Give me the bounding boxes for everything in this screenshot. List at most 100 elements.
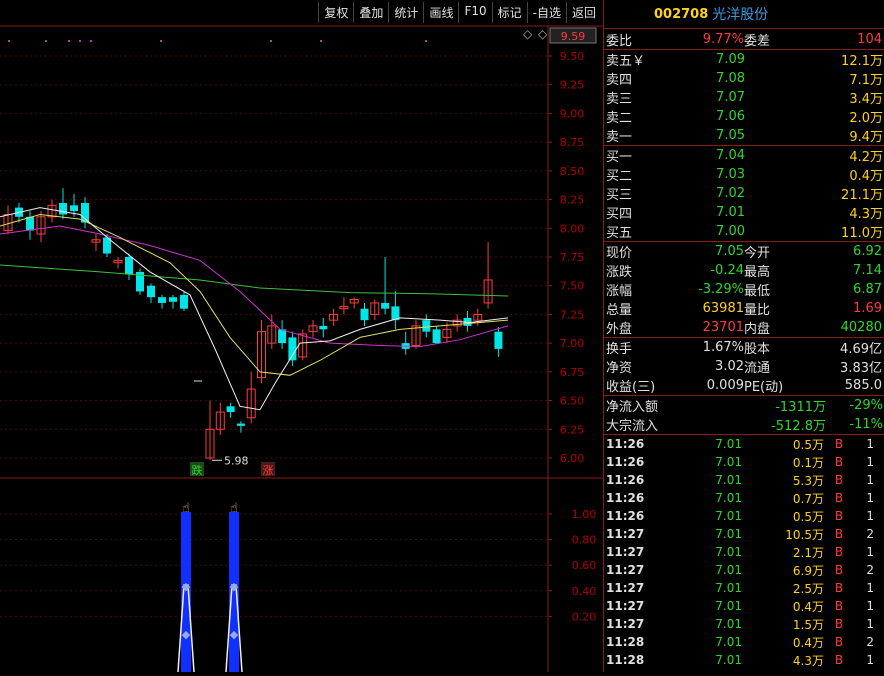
tick-row[interactable]: 11:27 7.01 2.1万 B 1 [604, 543, 884, 561]
bid-book: 买一 7.04 4.2万 买二 7.03 0.4万 买三 7.02 21.1万 买四 7.01 4.3… [604, 145, 884, 241]
tick-count: 2 [866, 527, 874, 541]
tick-row[interactable]: 11:26 7.01 0.7万 B 1 [604, 489, 884, 507]
price-axis-label: 8.00 [560, 222, 585, 235]
price-axis-label: 8.25 [560, 194, 585, 207]
tick-time: 11:28 [606, 653, 645, 667]
stock-name[interactable]: 光洋股份 [712, 4, 768, 24]
signal-dot [8, 40, 10, 42]
ask-label: 卖二 [606, 111, 633, 126]
bid-row[interactable]: 买一 7.04 4.2万 [604, 146, 884, 165]
fund-value: 585.0 [844, 378, 882, 393]
tick-side: B [834, 509, 844, 523]
tick-time: 11:27 [606, 545, 645, 559]
tick-row[interactable]: 11:27 7.01 1.5万 B 1 [604, 615, 884, 633]
hand-pointer-icon: ☝ [230, 501, 238, 516]
fund-label: 净资 [606, 361, 633, 376]
tick-row[interactable]: 11:26 7.01 5.3万 B 1 [604, 471, 884, 489]
toolbar-watchlist-button[interactable]: -自选 [526, 2, 566, 23]
tick-row[interactable]: 11:27 7.01 6.9万 B 2 [604, 561, 884, 579]
price-axis-label: 8.50 [560, 165, 585, 178]
tick-row[interactable]: 11:27 7.01 2.5万 B 1 [604, 579, 884, 597]
toolbar-f10-button[interactable]: F10 [458, 2, 492, 23]
tick-time: 11:26 [606, 491, 645, 505]
price-axis-label: 7.00 [560, 337, 585, 350]
fund-label: 股本 [744, 342, 771, 357]
down-marker: 跌 [192, 463, 203, 477]
bid-row[interactable]: 买五 7.00 11.0万 [604, 222, 884, 241]
price-axis-label: 6.25 [560, 423, 585, 436]
tick-volume: 2.5万 [792, 581, 824, 596]
quote-row: 涨幅 -3.29% 最低 6.87 [604, 280, 884, 299]
tick-row[interactable]: 11:26 7.01 0.5万 B 1 [604, 507, 884, 525]
tick-side: B [834, 599, 844, 613]
tick-side: B [834, 545, 844, 559]
candle-body-down [125, 257, 133, 275]
tick-count: 1 [866, 617, 874, 631]
signal-dot [68, 40, 70, 42]
toolbar-draw-button[interactable]: 画线 [423, 2, 459, 23]
tick-count: 1 [866, 509, 874, 523]
signal-dot [45, 40, 47, 42]
ask-volume: 7.1万 [849, 73, 883, 88]
bid-row[interactable]: 买四 7.01 4.3万 [604, 203, 884, 222]
indicator-axis-label: 0.40 [572, 585, 597, 598]
kline-chart[interactable]: 9.50 9.25 9.00 8.75 8.50 8.25 8.00 7.75 7.50 7.25… [0, 0, 603, 673]
quote-label: 现价 [606, 246, 633, 261]
quote-value: 1.69 [853, 301, 882, 316]
ask-row[interactable]: 卖二 7.06 2.0万 [604, 107, 884, 126]
toolbar-stats-button[interactable]: 统计 [388, 2, 424, 23]
tick-row[interactable]: 11:26 7.01 0.1万 B 1 [604, 453, 884, 471]
price-axis-label: 7.50 [560, 280, 585, 293]
candle-body-down [59, 203, 67, 215]
tick-row[interactable]: 11:26 7.01 0.5万 B 1 [604, 435, 884, 453]
ask-row[interactable]: 卖五￥ 7.09 12.1万 [604, 50, 884, 69]
tick-row[interactable]: 11:27 7.01 0.4万 B 1 [604, 597, 884, 615]
candle-body-down [236, 423, 245, 426]
tick-time: 11:26 [606, 473, 645, 487]
price-tag-label: 9.59 [561, 30, 586, 43]
bid-row[interactable]: 买三 7.02 21.1万 [604, 184, 884, 203]
tick-row[interactable]: 11:28 7.01 4.3万 B 1 [604, 651, 884, 669]
indicator-axis-label: 0.20 [572, 610, 597, 623]
tick-price: 7.01 [715, 527, 742, 541]
fundamentals: 换手 1.67% 股本 4.69亿 净资 3.02 流通 3.83亿 收益(三) 0.009 PE(… [604, 337, 884, 395]
kline-svg[interactable]: 9.50 9.25 9.00 8.75 8.50 8.25 8.00 7.75 7.50 7.25… [0, 0, 603, 673]
ask-row[interactable]: 卖三 7.07 3.4万 [604, 88, 884, 107]
tick-volume: 0.1万 [792, 455, 824, 470]
fund-value: 1.67% [702, 340, 744, 355]
fund-label: 收益(三) [606, 380, 656, 395]
fund-row: 收益(三) 0.009 PE(动) 585.0 [604, 376, 884, 395]
quote-label: 外盘 [606, 322, 633, 337]
tick-price: 7.01 [715, 455, 742, 469]
toolbar-back-button[interactable]: 返回 [565, 2, 601, 23]
quote-value: 6.92 [853, 244, 882, 259]
ask-row[interactable]: 卖一 7.05 9.4万 [604, 126, 884, 145]
bid-price: 7.00 [716, 224, 745, 239]
ask-row[interactable]: 卖四 7.08 7.1万 [604, 69, 884, 88]
price-axis-label: 9.50 [560, 50, 585, 63]
price-axis-label: 7.25 [560, 308, 585, 321]
ask-label: 卖四 [606, 73, 633, 88]
ask-price: 7.06 [716, 109, 745, 124]
diamond-icon: ◆ [182, 580, 191, 593]
quote-value: 40280 [840, 320, 882, 335]
tick-time: 11:27 [606, 581, 645, 595]
ask-price: 7.09 [716, 52, 745, 67]
tick-time: 11:28 [606, 635, 645, 649]
tick-row[interactable]: 11:28 7.01 0.4万 B 2 [604, 633, 884, 651]
diamond-icon: ◆ [230, 580, 239, 593]
tick-row[interactable]: 11:27 7.01 10.5万 B 2 [604, 525, 884, 543]
bid-volume: 21.1万 [841, 188, 883, 203]
toolbar-overlay-button[interactable]: 叠加 [353, 2, 389, 23]
tick-time: 11:26 [606, 455, 645, 469]
tick-time: 11:27 [606, 527, 645, 541]
toolbar-mark-button[interactable]: 标记 [491, 2, 527, 23]
tick-side: B [834, 473, 844, 487]
bid-label: 买五 [606, 226, 633, 241]
ask-label: 卖三 [606, 92, 633, 107]
tick-list[interactable]: 11:26 7.01 0.5万 B 1 11:26 7.01 0.1万 B 1 11:26 7.01 5… [604, 434, 884, 669]
fund-value: 0.009 [706, 378, 744, 393]
toolbar-fuquan-button[interactable]: 复权 [318, 2, 354, 23]
bid-row[interactable]: 买二 7.03 0.4万 [604, 165, 884, 184]
quote-row: 涨跌 -0.24 最高 7.14 [604, 261, 884, 280]
